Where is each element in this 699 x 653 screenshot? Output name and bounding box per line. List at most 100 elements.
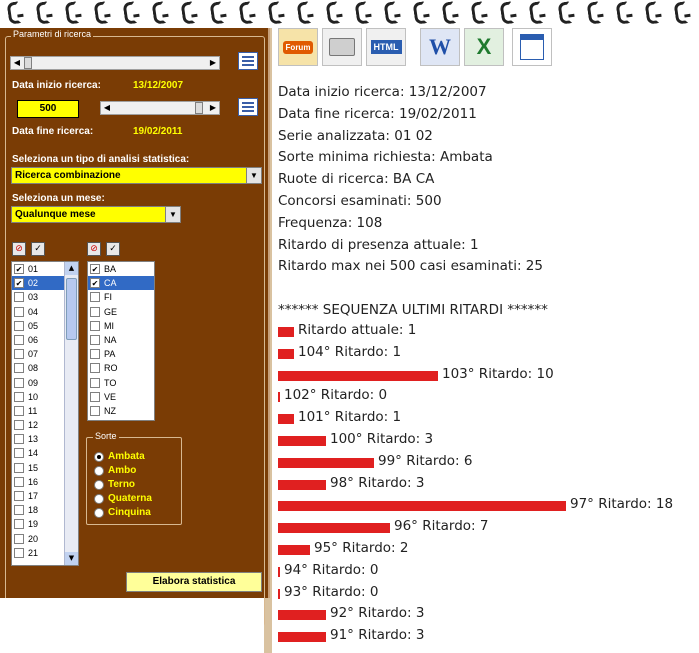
list-item[interactable]: VE bbox=[88, 390, 154, 404]
checkbox[interactable] bbox=[14, 448, 24, 459]
deselect-all-numbers-button[interactable]: ⊘ bbox=[12, 242, 26, 256]
checkbox[interactable] bbox=[14, 334, 24, 345]
numbers-scrollbar[interactable]: ▲ ▼ bbox=[64, 262, 78, 565]
slider-right-arrow[interactable]: ▶ bbox=[207, 102, 219, 114]
scroll-thumb[interactable] bbox=[66, 278, 77, 340]
list-item[interactable]: PA bbox=[88, 347, 154, 361]
slider-left-arrow[interactable]: ◀ bbox=[101, 102, 113, 114]
ritardo-label: 93° Ritardo: 0 bbox=[284, 583, 379, 600]
list-item[interactable]: ✔ BA bbox=[88, 262, 154, 276]
checkbox[interactable] bbox=[90, 391, 100, 402]
slider-left-arrow[interactable]: ◀ bbox=[11, 57, 23, 69]
list-item[interactable]: NZ bbox=[88, 404, 154, 418]
sorte-radio-quaterna[interactable]: Quaterna bbox=[94, 492, 152, 505]
sorte-radio-ambata[interactable]: Ambata bbox=[94, 450, 145, 463]
list-item-label: VE bbox=[104, 391, 117, 402]
sorte-radio-ambo[interactable]: Ambo bbox=[94, 464, 136, 477]
sorte-legend: Sorte bbox=[93, 431, 119, 441]
select-all-ruote-button[interactable]: ✓ bbox=[106, 242, 120, 256]
checkbox[interactable] bbox=[90, 405, 100, 416]
checkbox[interactable]: ✔ bbox=[14, 264, 24, 274]
list-item[interactable]: NA bbox=[88, 333, 154, 347]
calendar-icon[interactable] bbox=[238, 52, 258, 70]
deselect-all-ruote-button[interactable]: ⊘ bbox=[87, 242, 101, 256]
start-date-slider[interactable]: ◀ ▶ bbox=[10, 56, 220, 70]
slider-thumb[interactable] bbox=[24, 57, 32, 69]
checkbox[interactable] bbox=[90, 334, 100, 345]
checkbox[interactable] bbox=[14, 476, 24, 487]
list-item[interactable]: TO bbox=[88, 376, 154, 390]
export-excel-button[interactable]: X bbox=[464, 28, 504, 66]
slider-thumb[interactable] bbox=[195, 102, 203, 114]
export-word-button[interactable]: W bbox=[420, 28, 460, 66]
list-item-label: 02 bbox=[28, 278, 39, 289]
sorte-radio-terno[interactable]: Terno bbox=[94, 478, 135, 491]
radio-button[interactable] bbox=[94, 494, 104, 504]
calendar-icon[interactable] bbox=[238, 98, 258, 116]
checkbox[interactable] bbox=[14, 547, 24, 558]
concorsi-slider[interactable]: ◀ ▶ bbox=[100, 101, 220, 115]
checkbox[interactable]: ✔ bbox=[90, 264, 100, 274]
checkbox[interactable] bbox=[14, 377, 24, 388]
checkbox[interactable] bbox=[14, 519, 24, 530]
checkbox[interactable]: ✔ bbox=[14, 278, 24, 289]
list-item-label: RO bbox=[104, 363, 118, 374]
scroll-down-arrow[interactable]: ▼ bbox=[65, 552, 78, 565]
sorte-radio-cinquina[interactable]: Cinquina bbox=[94, 506, 151, 519]
checkbox[interactable] bbox=[14, 533, 24, 544]
chevron-down-icon[interactable]: ▼ bbox=[246, 168, 261, 183]
list-item-label: 14 bbox=[28, 448, 39, 459]
checkbox[interactable] bbox=[14, 391, 24, 402]
radio-button[interactable] bbox=[94, 466, 104, 476]
checkbox[interactable] bbox=[90, 292, 100, 303]
checkbox[interactable] bbox=[14, 505, 24, 516]
result-line: Data fine ricerca: 19/02/2011 bbox=[278, 105, 477, 122]
checkbox[interactable] bbox=[14, 462, 24, 473]
checkbox[interactable] bbox=[90, 306, 100, 317]
list-item-label: GE bbox=[104, 306, 118, 317]
radio-button[interactable] bbox=[94, 452, 104, 462]
checkbox[interactable] bbox=[14, 405, 24, 416]
concorsi-input[interactable]: 500 bbox=[17, 100, 79, 118]
checkbox[interactable] bbox=[14, 491, 24, 501]
month-select[interactable]: Qualunque mese ▼ bbox=[11, 206, 181, 223]
checkbox[interactable] bbox=[14, 306, 24, 317]
list-item[interactable]: ✔ CA bbox=[88, 276, 154, 291]
checkbox[interactable] bbox=[14, 349, 24, 360]
list-item-label: 20 bbox=[28, 533, 39, 544]
binding-ring bbox=[528, 1, 544, 25]
export-html-button[interactable]: HTML bbox=[366, 28, 406, 66]
ruote-list[interactable]: ✔ BA ✔ CA FI GE MI NA PA RO TO VE NZ bbox=[87, 261, 155, 421]
print-button[interactable] bbox=[322, 28, 362, 66]
elabora-statistica-button[interactable]: Elabora statistica bbox=[126, 572, 262, 592]
start-date-label: Data inizio ricerca: bbox=[12, 80, 101, 91]
checkbox[interactable] bbox=[14, 320, 24, 331]
ritardo-label: 94° Ritardo: 0 bbox=[284, 561, 379, 578]
scroll-up-arrow[interactable]: ▲ bbox=[65, 262, 78, 275]
checkbox[interactable] bbox=[14, 363, 24, 374]
checkbox[interactable] bbox=[90, 363, 100, 374]
checkbox[interactable] bbox=[14, 420, 24, 431]
analysis-type-select[interactable]: Ricerca combinazione ▼ bbox=[11, 167, 262, 184]
radio-button[interactable] bbox=[94, 508, 104, 518]
radio-button[interactable] bbox=[94, 480, 104, 490]
checkbox[interactable] bbox=[90, 349, 100, 360]
list-item[interactable]: GE bbox=[88, 305, 154, 319]
checkbox[interactable]: ✔ bbox=[90, 278, 100, 289]
start-date-value: 13/12/2007 bbox=[133, 80, 184, 91]
list-item[interactable]: RO bbox=[88, 361, 154, 375]
list-item[interactable]: MI bbox=[88, 319, 154, 333]
list-item-label: CA bbox=[104, 278, 117, 289]
numbers-list[interactable]: ✔ 01 ✔ 02 03 04 05 06 07 08 09 10 11 12 13 14 15 16 17 18 19… bbox=[11, 261, 79, 566]
binding-ring bbox=[557, 1, 573, 25]
checkbox[interactable] bbox=[90, 320, 100, 331]
slider-right-arrow[interactable]: ▶ bbox=[207, 57, 219, 69]
chevron-down-icon[interactable]: ▼ bbox=[165, 207, 180, 222]
forum-button[interactable]: Forum bbox=[278, 28, 318, 66]
window-layout-button[interactable] bbox=[512, 28, 552, 66]
list-item[interactable]: FI bbox=[88, 290, 154, 304]
select-all-numbers-button[interactable]: ✓ bbox=[31, 242, 45, 256]
checkbox[interactable] bbox=[14, 434, 24, 445]
checkbox[interactable] bbox=[14, 292, 24, 303]
checkbox[interactable] bbox=[90, 377, 100, 388]
